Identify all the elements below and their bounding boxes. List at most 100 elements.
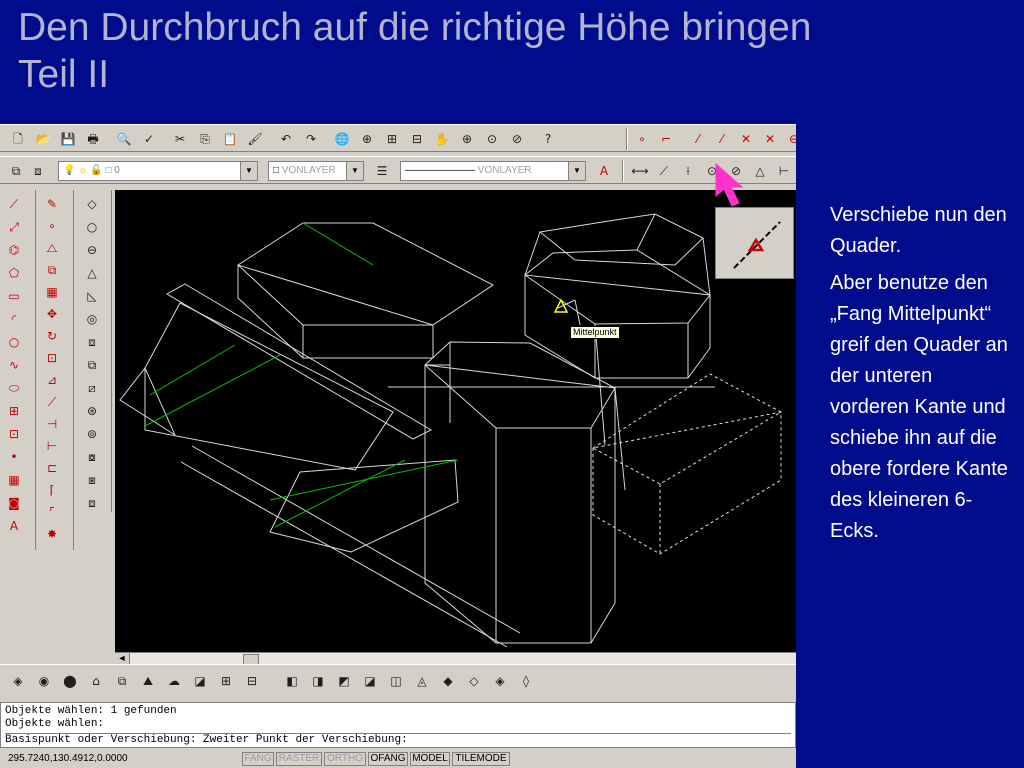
chevron-down-icon[interactable]: ▼ <box>346 162 363 180</box>
text-icon[interactable]: A <box>4 516 24 536</box>
dimension-tool-icon[interactable]: ⟷ <box>630 161 650 181</box>
point-icon[interactable]: • <box>4 447 24 467</box>
snap-tracking-icon[interactable]: ⊕ <box>357 129 377 149</box>
help-icon[interactable]: ? <box>538 129 558 149</box>
copy-icon[interactable]: ⎘ <box>195 129 215 149</box>
array-icon[interactable]: ▦ <box>42 282 62 302</box>
snap-from-icon[interactable]: ⊞ <box>382 129 402 149</box>
status-ortho-button[interactable]: ORTHO <box>324 752 366 766</box>
move-icon[interactable]: ✥ <box>42 304 62 324</box>
line-icon[interactable]: ⟋ <box>4 194 24 214</box>
command-line[interactable]: Objekte wählen: 1 gefunden Objekte wähle… <box>0 702 796 748</box>
iso-sw-icon[interactable]: ◆ <box>438 671 458 691</box>
arc-icon[interactable]: ◜ <box>4 309 24 329</box>
explode-icon[interactable]: ✸ <box>42 524 62 544</box>
landscape-icon[interactable]: ⛰ <box>138 671 158 691</box>
construction-line-icon[interactable]: ⤢ <box>4 217 24 237</box>
status-fang-button[interactable]: FANG <box>242 752 274 766</box>
setup-view-icon[interactable]: ⧆ <box>82 470 102 490</box>
view-front-icon[interactable]: ◧ <box>282 671 302 691</box>
dimension-tool-icon[interactable]: ⟋ <box>654 161 674 181</box>
mirror-icon[interactable]: ⧍ <box>42 238 62 258</box>
section-icon[interactable]: ⊛ <box>82 401 102 421</box>
preview-icon[interactable]: 🔍 <box>114 129 134 149</box>
erase-icon[interactable]: ✎ <box>42 194 62 214</box>
cone-icon[interactable]: △ <box>82 263 102 283</box>
sphere-icon[interactable]: ○ <box>82 217 102 237</box>
ellipse-icon[interactable]: ⬭ <box>4 378 24 398</box>
status-raster-button[interactable]: RASTER <box>276 752 322 766</box>
layer-previous-icon[interactable]: ⧈ <box>28 161 48 181</box>
pan-icon[interactable]: ✋ <box>432 129 452 149</box>
view-right-icon[interactable]: ◪ <box>360 671 380 691</box>
view-top-icon[interactable]: ◫ <box>386 671 406 691</box>
status-ofang-button[interactable]: OFANG <box>368 752 408 766</box>
zoom-icon[interactable]: ⊕ <box>457 129 477 149</box>
text-style-icon[interactable]: A <box>594 161 614 181</box>
interference-icon[interactable]: ⊚ <box>82 424 102 444</box>
region-icon[interactable]: ◙ <box>4 493 24 513</box>
setup-profile-icon[interactable]: ⧈ <box>82 493 102 513</box>
chevron-down-icon[interactable]: ▼ <box>568 162 585 180</box>
break-icon[interactable]: ⊏ <box>42 458 62 478</box>
make-block-icon[interactable]: ⊡ <box>4 424 24 444</box>
iso-se-icon[interactable]: ◇ <box>464 671 484 691</box>
chevron-left-icon[interactable]: ◄ <box>115 653 130 664</box>
rotate-icon[interactable]: ↻ <box>42 326 62 346</box>
statistics-icon[interactable]: ⊟ <box>242 671 262 691</box>
scene-icon[interactable]: ⬤ <box>60 671 80 691</box>
light-icon[interactable]: ⌂ <box>86 671 106 691</box>
layer-dropdown[interactable]: 💡 ☼ 🔓 □ 0 ▼ <box>58 161 258 181</box>
revolve-icon[interactable]: ⧉ <box>82 355 102 375</box>
snap-extension-icon[interactable]: ⊖ <box>784 129 796 149</box>
stretch-icon[interactable]: ⊿ <box>42 370 62 390</box>
paste-icon[interactable]: 📋 <box>220 129 240 149</box>
render-icon[interactable]: ◉ <box>34 671 54 691</box>
copy-object-icon[interactable]: ∘ <box>42 216 62 236</box>
snap-midpoint-icon[interactable]: ⁄ <box>712 129 732 149</box>
snap-endpoint-icon[interactable]: ⁄ <box>688 129 708 149</box>
dimension-tool-icon[interactable]: ⟊ <box>678 161 698 181</box>
fillet-icon[interactable]: ⌜ <box>42 502 62 522</box>
extrude-icon[interactable]: ⧈ <box>82 332 102 352</box>
dimension-tool-icon[interactable]: ⊢ <box>774 161 794 181</box>
torus-icon[interactable]: ◎ <box>82 309 102 329</box>
extend-icon[interactable]: ⊢ <box>42 436 62 456</box>
layers-icon[interactable]: ⧉ <box>6 161 26 181</box>
redo-icon[interactable]: ↷ <box>301 129 321 149</box>
color-dropdown[interactable]: □ VONLAYER ▼ <box>268 161 364 181</box>
scale-icon[interactable]: ⊡ <box>42 348 62 368</box>
command-prompt[interactable]: Basispunkt oder Verschiebung: Zweiter Pu… <box>5 733 791 747</box>
spline-icon[interactable]: ∿ <box>4 355 24 375</box>
hyperlink-icon[interactable]: 🌐 <box>332 129 352 149</box>
snap-from-icon[interactable]: ⌐ <box>656 129 676 149</box>
linetype-manager-icon[interactable]: ☰ <box>372 161 392 181</box>
mapping-icon[interactable]: ⊞ <box>216 671 236 691</box>
box-icon[interactable]: ◇ <box>82 194 102 214</box>
rectangle-icon[interactable]: ▭ <box>4 286 24 306</box>
save-icon[interactable]: 💾 <box>58 129 78 149</box>
status-tilemode-button[interactable]: TILEMODE <box>452 752 510 766</box>
chevron-down-icon[interactable]: ▼ <box>240 162 257 180</box>
snap-intersection-icon[interactable]: ✕ <box>736 129 756 149</box>
insert-block-icon[interactable]: ⊞ <box>4 401 24 421</box>
trim-icon[interactable]: ⊣ <box>42 414 62 434</box>
wedge-icon[interactable]: ◺ <box>82 286 102 306</box>
circle-icon[interactable]: ○ <box>4 332 24 352</box>
open-icon[interactable]: 📂 <box>33 129 53 149</box>
snap-tracking-icon[interactable]: ∘ <box>632 129 652 149</box>
matchprop-icon[interactable]: 🖌 <box>245 129 265 149</box>
iso-ne-icon[interactable]: ◈ <box>490 671 510 691</box>
drawing-canvas[interactable]: Mittelpunkt <box>115 190 796 652</box>
shade-icon[interactable]: ◈ <box>8 671 28 691</box>
undo-icon[interactable]: ↶ <box>276 129 296 149</box>
iso-nw-icon[interactable]: ◊ <box>516 671 536 691</box>
lengthen-icon[interactable]: ⟋ <box>42 392 62 412</box>
linetype-dropdown[interactable]: ——————— VONLAYER ▼ <box>400 161 586 181</box>
fog-icon[interactable]: ☁ <box>164 671 184 691</box>
zoom-window-icon[interactable]: ⊙ <box>482 129 502 149</box>
view-back-icon[interactable]: ◨ <box>308 671 328 691</box>
cylinder-icon[interactable]: ⊖ <box>82 240 102 260</box>
snap-endpoint-icon[interactable]: ⊟ <box>407 129 427 149</box>
spell-icon[interactable]: ✓ <box>139 129 159 149</box>
